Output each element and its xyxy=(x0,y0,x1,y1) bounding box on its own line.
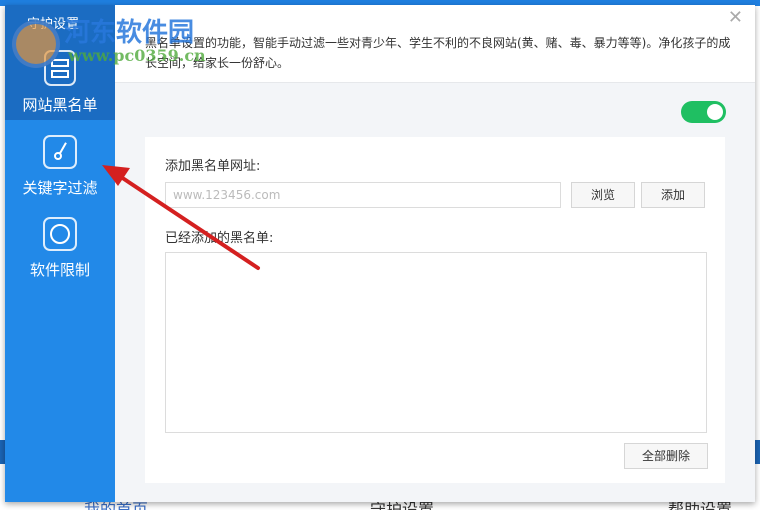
red-arrow-annotation xyxy=(102,165,260,270)
